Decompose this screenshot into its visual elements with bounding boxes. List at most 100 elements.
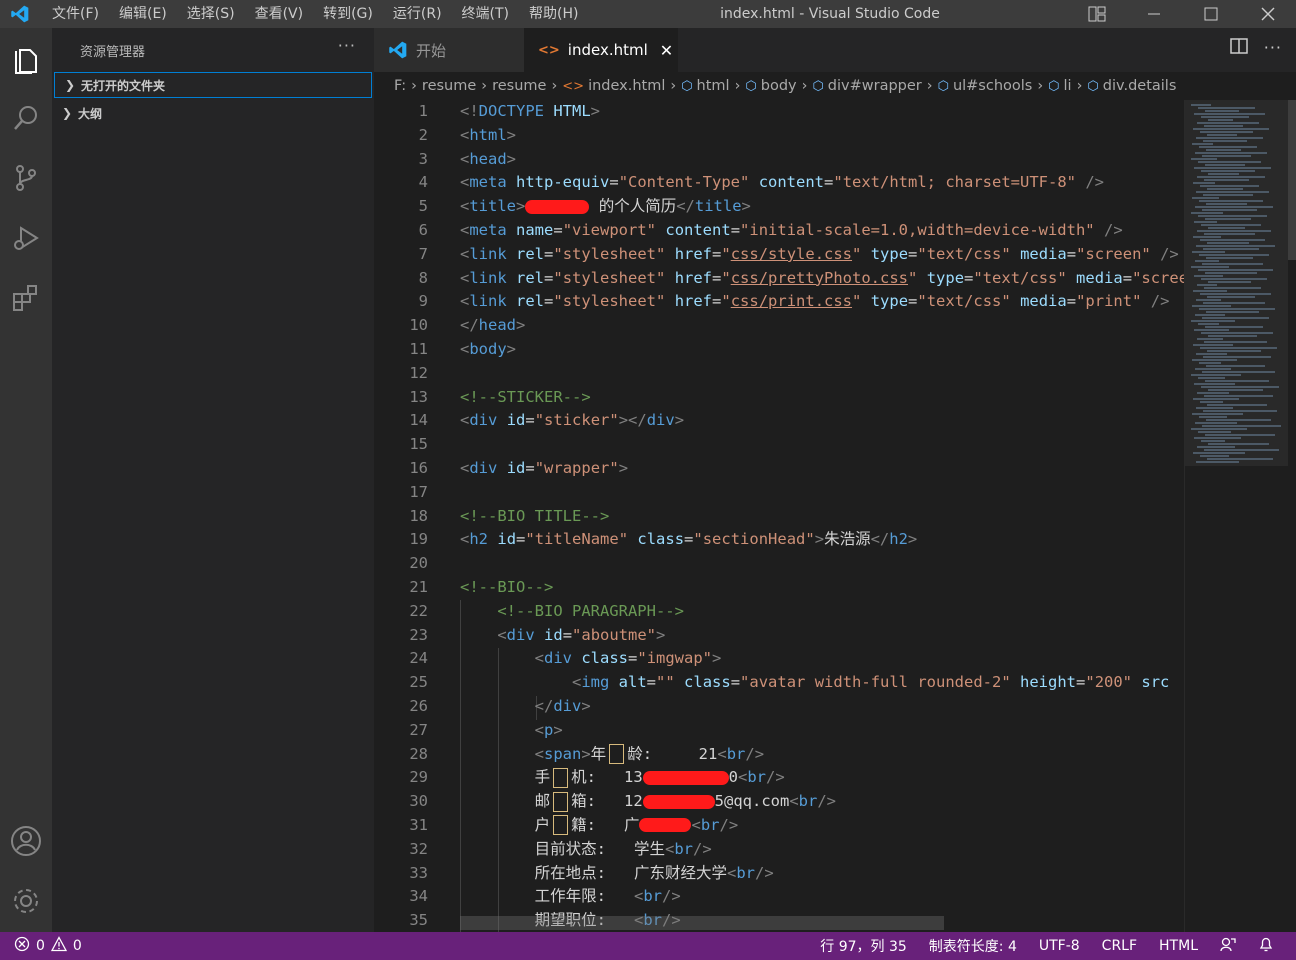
code-line[interactable]: 7 <link rel="stylesheet" href="css/style.… (374, 243, 1184, 267)
search-icon[interactable] (8, 100, 44, 136)
line-number: 35 (409, 911, 428, 930)
code-line[interactable]: 15 (374, 433, 1184, 457)
extensions-icon[interactable] (8, 280, 44, 316)
code-line[interactable]: 23 <div id="aboutme"> (374, 624, 1184, 648)
menu-item[interactable]: 文件(F) (42, 0, 109, 28)
breadcrumb-item[interactable]: resume (492, 78, 546, 94)
code-line[interactable]: 3 <head> (374, 148, 1184, 172)
code-editor[interactable]: 1 <!DOCTYPE HTML> 2 <html> 3 <head> 4 <meta htt… (374, 100, 1184, 932)
split-editor-icon[interactable] (1229, 38, 1248, 58)
code-line[interactable]: 8 <link rel="stylesheet" href="css/pretty… (374, 267, 1184, 291)
breadcrumb-item[interactable]: li (1064, 78, 1072, 94)
code-line[interactable]: 20 (374, 552, 1184, 576)
section-no-folder[interactable]: ❯ 无打开的文件夹 (54, 72, 372, 98)
code-line[interactable]: 32 目前状态: 学生<br/> (374, 838, 1184, 862)
encoding[interactable]: UTF-8 (1039, 938, 1080, 954)
minimap[interactable] (1184, 100, 1289, 932)
code-line[interactable]: 28 <span>年 龄: 21<br/> (374, 743, 1184, 767)
menu-item[interactable]: 终端(T) (452, 0, 519, 28)
more-actions-icon[interactable]: ··· (338, 36, 356, 55)
breadcrumb-item[interactable]: ul#schools (953, 78, 1032, 94)
code-token: "screen" (1132, 268, 1184, 287)
code-line[interactable]: 13 <!--STICKER--> (374, 386, 1184, 410)
code-line[interactable]: 24 <div class="imgwap"> (374, 647, 1184, 671)
maximize-icon[interactable] (1182, 0, 1239, 28)
minimap-line (1195, 152, 1267, 154)
breadcrumb-item[interactable]: resume (422, 78, 476, 94)
code-line[interactable]: 5 <title> 的个人简历</title> (374, 195, 1184, 219)
code-line[interactable]: 1 <!DOCTYPE HTML> (374, 100, 1184, 124)
minimap-line (1191, 374, 1241, 376)
code-line[interactable]: 6 <meta name="viewport" content="initial-… (374, 219, 1184, 243)
minimap-line (1205, 218, 1251, 220)
menu-item[interactable]: 运行(R) (383, 0, 452, 28)
horizontal-scrollbar[interactable] (460, 916, 944, 930)
feedback-icon[interactable] (1220, 936, 1236, 956)
code-line[interactable]: 19 <h2 id="titleName" class="sectionHead"… (374, 528, 1184, 552)
layout-toggle-icon[interactable] (1068, 0, 1125, 28)
menu-item[interactable]: 帮助(H) (519, 0, 588, 28)
close-tab-icon[interactable]: ✕ (660, 41, 673, 60)
cursor-position[interactable]: 行 97，列 35 (820, 936, 907, 956)
code-token: "text/css" (917, 244, 1011, 263)
code-line[interactable]: 9 <link rel="stylesheet" href="css/print.… (374, 290, 1184, 314)
code-line[interactable]: 16 <div id="wrapper"> (374, 457, 1184, 481)
scrollbar-thumb[interactable] (1288, 100, 1296, 260)
code-line[interactable]: 4 <meta http-equiv="Content-Type" content… (374, 171, 1184, 195)
code-line[interactable]: 30 邮 箱: 12 5@qq.com<br/> (374, 790, 1184, 814)
menu-item[interactable]: 转到(G) (313, 0, 383, 28)
line-number: 21 (409, 577, 428, 596)
code-token: /> (719, 815, 739, 834)
code-line[interactable]: 34 工作年限: <br/> (374, 885, 1184, 909)
close-window-icon[interactable] (1239, 0, 1296, 28)
code-line[interactable]: 18 <!--BIO TITLE--> (374, 505, 1184, 529)
menu-item[interactable]: 编辑(E) (109, 0, 177, 28)
code-line[interactable]: 29 手 机: 13 0<br/> (374, 766, 1184, 790)
menu-item[interactable]: 选择(S) (177, 0, 245, 28)
line-number: 22 (409, 601, 428, 620)
account-icon[interactable] (8, 823, 44, 859)
tab-index-html[interactable]: <> index.html ✕ (524, 28, 678, 72)
code-line[interactable]: 11 <body> (374, 338, 1184, 362)
code-line[interactable]: 22 <!--BIO PARAGRAPH--> (374, 600, 1184, 624)
breadcrumb-item[interactable]: html (697, 78, 730, 94)
settings-gear-icon[interactable] (8, 883, 44, 919)
code-token: meta (469, 220, 507, 239)
menu-item[interactable]: 查看(V) (245, 0, 314, 28)
code-line[interactable]: 31 户 籍: 广 <br/> (374, 814, 1184, 838)
code-line[interactable]: 12 (374, 362, 1184, 386)
section-outline[interactable]: ❯ 大纲 (52, 100, 374, 126)
minimap-line (1198, 161, 1261, 163)
code-line[interactable]: 25 <img alt="" class="avatar width-full … (374, 671, 1184, 695)
source-control-icon[interactable] (8, 160, 44, 196)
code-token: /> (755, 863, 774, 882)
breadcrumb-item[interactable]: F: (394, 78, 406, 94)
code-token: type (870, 292, 909, 311)
line-ending[interactable]: CRLF (1102, 938, 1137, 954)
tab-welcome[interactable]: 开始 (374, 28, 524, 72)
vertical-scrollbar[interactable] (1288, 100, 1296, 932)
breadcrumb-item[interactable]: body (761, 78, 797, 94)
language-mode[interactable]: HTML (1159, 938, 1198, 954)
code-line[interactable]: 21 <!--BIO--> (374, 576, 1184, 600)
code-line[interactable]: 14 <div id="sticker"></div> (374, 409, 1184, 433)
code-line[interactable]: 27 <p> (374, 719, 1184, 743)
more-actions-icon[interactable]: ··· (1264, 38, 1282, 58)
notifications-bell-icon[interactable] (1258, 936, 1274, 956)
section-label: 大纲 (78, 106, 103, 121)
tab-size[interactable]: 制表符长度: 4 (929, 936, 1017, 956)
code-line[interactable]: 33 所在地点: 广东财经大学<br/> (374, 862, 1184, 886)
explorer-icon[interactable] (8, 42, 44, 78)
code-line[interactable]: 10 </head> (374, 314, 1184, 338)
problems-indicator[interactable]: 0 0 (0, 936, 82, 956)
code-line[interactable]: 26 </div> (374, 695, 1184, 719)
breadcrumb-item[interactable]: div#wrapper (828, 78, 922, 94)
run-debug-icon[interactable] (8, 220, 44, 256)
breadcrumb-item[interactable]: index.html (588, 78, 665, 94)
code-line[interactable]: 17 (374, 481, 1184, 505)
code-line[interactable]: 2 <html> (374, 124, 1184, 148)
breadcrumb-item[interactable]: div.details (1103, 78, 1177, 94)
minimize-icon[interactable] (1125, 0, 1182, 28)
